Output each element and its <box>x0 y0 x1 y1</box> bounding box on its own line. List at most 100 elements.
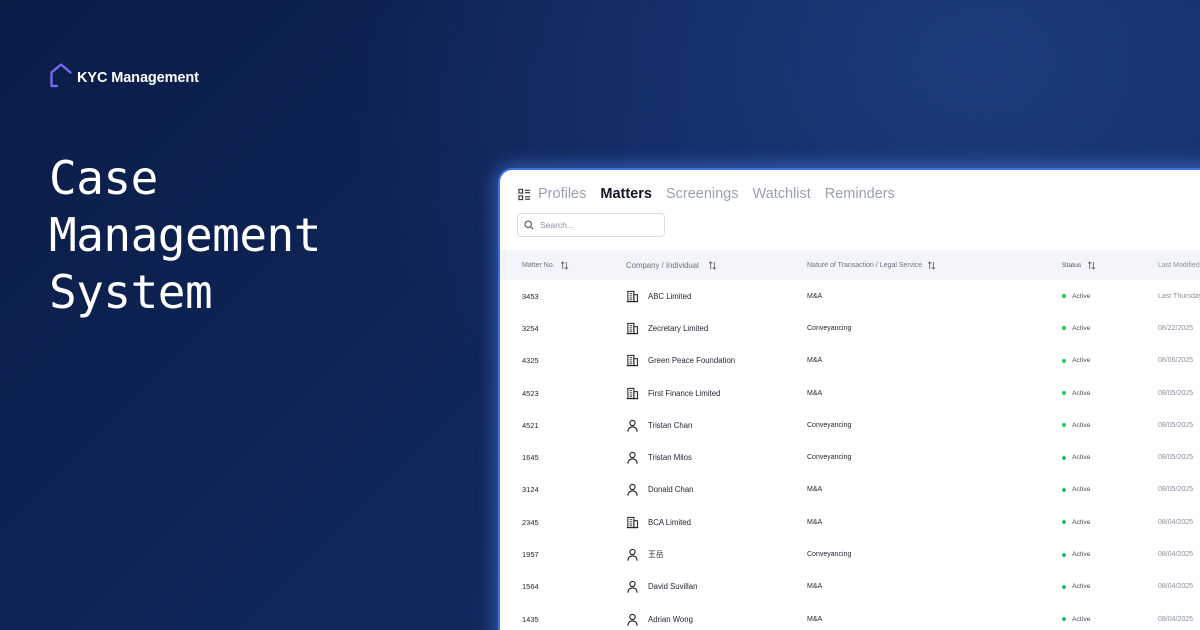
building-icon <box>626 387 639 399</box>
nature-of-service: M&A <box>807 486 823 494</box>
status-badge: Active <box>1062 571 1091 603</box>
table-row[interactable]: 1645 Tristan Milos Conveyancing Active 0… <box>500 441 1200 473</box>
tab-profiles[interactable]: Profiles <box>538 186 586 202</box>
status-dot <box>1062 520 1066 525</box>
status-label: Active <box>1072 357 1091 365</box>
person-icon <box>627 419 638 432</box>
last-modified: 08/05/2025 <box>1158 421 1194 429</box>
column-header-label: Company / Individual <box>626 260 699 270</box>
status-dot <box>1062 584 1066 589</box>
status-dot <box>1062 455 1066 460</box>
sort-arrows-icon[interactable] <box>560 260 569 270</box>
status-dot <box>1062 423 1066 428</box>
hero-title: Case Management System <box>49 150 321 321</box>
search-input[interactable] <box>540 220 660 230</box>
tab-screenings[interactable]: Screenings <box>666 186 739 202</box>
status-label: Active <box>1072 324 1091 332</box>
last-modified: 08/04/2025 <box>1158 583 1194 591</box>
column-header-matter-no[interactable]: Matter No. <box>522 250 569 280</box>
entity-cell: First Finance Limited <box>626 377 720 409</box>
entity-name[interactable]: BCA Limited <box>648 518 691 527</box>
status-dot <box>1062 391 1066 396</box>
table-row[interactable]: 4325 Green Peace Foundation M&A Active 0… <box>500 345 1200 377</box>
last-modified: Last Thursday <box>1158 292 1200 300</box>
tab-reminders[interactable]: Reminders <box>825 186 895 202</box>
entity-name[interactable]: First Finance Limited <box>648 389 720 398</box>
column-header-label: Matter No. <box>522 261 555 269</box>
entity-name[interactable]: 王岳 <box>648 549 664 560</box>
table-row[interactable]: 1957 王岳 Conveyancing Active 08/04/2025 <box>500 538 1200 570</box>
entity-name[interactable]: Tristan Milos <box>648 453 692 462</box>
column-header-nature[interactable]: Nature of Transaction / Legal Service <box>807 250 936 280</box>
table-row[interactable]: 3254 Zecretary Limited Conveyancing Acti… <box>500 312 1200 344</box>
entity-name[interactable]: ABC Limited <box>648 292 691 301</box>
entity-cell: BCA Limited <box>626 506 691 538</box>
entity-cell: David Suvillan <box>626 571 697 603</box>
nature-of-service: M&A <box>807 357 823 365</box>
table-row[interactable]: 4521 Tristan Chan Conveyancing Active 08… <box>500 409 1200 441</box>
entity-name[interactable]: Donald Chan <box>648 485 694 494</box>
entity-cell: Donald Chan <box>626 474 694 506</box>
entity-cell: ABC Limited <box>626 280 691 312</box>
hero-title-line: Case <box>49 151 158 205</box>
person-icon <box>627 484 638 497</box>
status-label: Active <box>1072 518 1091 526</box>
entity-name[interactable]: David Suvillan <box>648 582 697 591</box>
status-dot <box>1062 294 1066 299</box>
table-row[interactable]: 1564 David Suvillan M&A Active 08/04/202… <box>500 571 1200 603</box>
nature-of-service: M&A <box>807 292 823 300</box>
nature-of-service: M&A <box>807 615 823 623</box>
entity-name[interactable]: Adrian Wong <box>648 615 693 624</box>
last-modified: 08/05/2025 <box>1158 486 1194 494</box>
entity-cell: Adrian Wong <box>626 603 693 630</box>
nature-of-service: M&A <box>807 518 823 526</box>
status-badge: Active <box>1062 474 1091 506</box>
table-row[interactable]: 3453 ABC Limited M&A Active Last Thursda… <box>500 280 1200 312</box>
status-dot <box>1062 487 1066 492</box>
sort-arrows-icon[interactable] <box>927 260 936 270</box>
status-dot <box>1062 326 1066 331</box>
table-row[interactable]: 2345 BCA Limited M&A Active 08/04/2025 <box>500 506 1200 538</box>
matter-number: 1435 <box>522 614 539 624</box>
table-row[interactable]: 3124 Donald Chan M&A Active 08/05/2025 <box>500 474 1200 506</box>
building-icon <box>626 290 639 302</box>
tab-matters[interactable]: Matters <box>600 186 652 202</box>
last-modified: 08/22/2025 <box>1158 324 1194 332</box>
last-modified: 08/04/2025 <box>1158 518 1194 526</box>
hero-title-line: System <box>49 265 213 319</box>
entity-cell: Tristan Chan <box>626 409 692 441</box>
status-label: Active <box>1072 292 1091 300</box>
matter-number: 1564 <box>522 582 539 592</box>
building-icon <box>626 516 639 528</box>
matter-number: 1957 <box>522 550 539 560</box>
table-header: Matter No. Company / Individual Nature o… <box>500 250 1200 280</box>
sort-arrows-icon[interactable] <box>1087 260 1096 270</box>
entity-cell: Zecretary Limited <box>626 312 708 344</box>
entity-cell: 王岳 <box>626 538 664 570</box>
matter-number: 2345 <box>522 517 539 527</box>
sort-arrows-icon[interactable] <box>708 260 717 270</box>
hero-title-line: Management <box>49 208 321 262</box>
status-badge: Active <box>1062 506 1091 538</box>
entity-name[interactable]: Zecretary Limited <box>648 324 708 333</box>
last-modified: 08/04/2025 <box>1158 615 1194 623</box>
building-icon <box>626 322 639 335</box>
tab-bar: Profiles Matters Screenings Watchlist Re… <box>518 184 909 204</box>
status-dot <box>1062 617 1066 622</box>
entity-name[interactable]: Tristan Chan <box>648 421 692 430</box>
matter-number: 1645 <box>522 453 539 463</box>
column-header-company[interactable]: Company / Individual <box>626 250 717 280</box>
building-icon <box>626 355 639 367</box>
table-row[interactable]: 4523 First Finance Limited M&A Active 08… <box>500 377 1200 409</box>
status-label: Active <box>1072 454 1091 462</box>
column-header-last-modified[interactable]: Last Modified <box>1158 250 1200 280</box>
nature-of-service: M&A <box>807 583 823 591</box>
column-header-status[interactable]: Status <box>1062 250 1096 280</box>
status-badge: Active <box>1062 538 1091 570</box>
table-row[interactable]: 1435 Adrian Wong M&A Active 08/04/2025 <box>500 603 1200 630</box>
last-modified: 08/06/2025 <box>1158 357 1194 365</box>
list-layout-icon <box>518 188 531 200</box>
tab-watchlist[interactable]: Watchlist <box>752 186 810 202</box>
status-dot <box>1062 552 1066 557</box>
entity-name[interactable]: Green Peace Foundation <box>648 356 735 365</box>
